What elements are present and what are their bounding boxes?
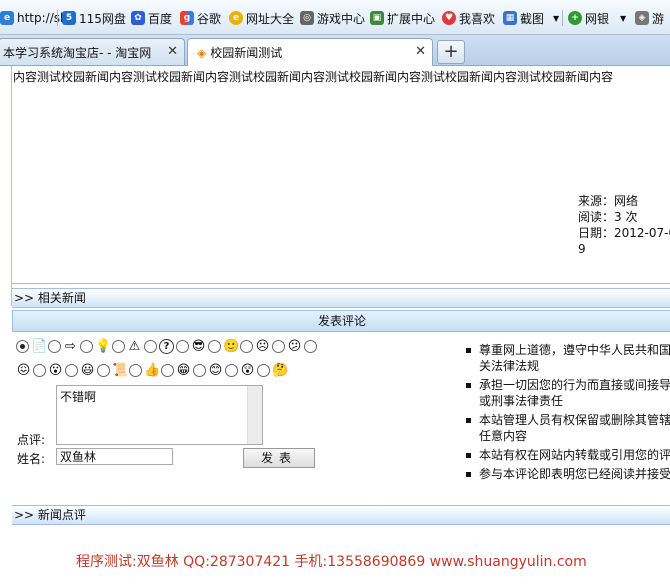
plus-icon: + — [443, 41, 459, 62]
happy-face-icon: 😃 — [80, 363, 95, 378]
rule-item: 参与本评论即表明您已经阅读并接受上述条款 — [464, 466, 670, 482]
bookmark-google[interactable]: g 谷歌 — [180, 9, 221, 27]
rule-item: 尊重网上道德，遵守中华人民共和国的各项有关法律法规 — [464, 342, 670, 374]
divider — [12, 283, 670, 284]
tab-bar: 本学习系统淘宝店- - 淘宝网 ✕ ◈ 校园新闻测试 ✕ + — [0, 35, 670, 66]
emoticon-radio[interactable] — [129, 364, 142, 377]
baidu-paw-icon: ✿ — [131, 11, 145, 25]
chevron-down-icon[interactable]: ▼ — [620, 14, 626, 23]
screenshot-icon: ▦ — [503, 11, 517, 25]
page-content: 内容测试校园新闻内容测试校园新闻内容测试校园新闻内容测试校园新闻内容测试校园新闻… — [0, 66, 670, 585]
bookmark-favorites[interactable]: ♥ 我喜欢 — [442, 9, 495, 27]
bookmarks-bar: e http://sh 5 115网盘 ✿ 百度 g 谷歌 e 网址大全 ◎ 游… — [0, 0, 670, 35]
google-icon: g — [180, 11, 194, 25]
emoticon-radio[interactable] — [48, 340, 61, 353]
source-value: 网络 — [614, 194, 639, 208]
grin-face-icon: 😁 — [176, 363, 191, 378]
date-value: 2012-07-05 — [614, 226, 670, 240]
wonder-face-icon: 🤔 — [272, 363, 289, 378]
frown-face-icon: 😖 — [16, 363, 31, 378]
bookmark-115[interactable]: 5 115网盘 — [62, 9, 126, 27]
emoticon-radio[interactable] — [208, 340, 221, 353]
comment-rules-list: 尊重网上道德，遵守中华人民共和国的各项有关法律法规 承担一切因您的行为而直接或间… — [464, 342, 670, 485]
bookmark-game[interactable]: ◈ 游 — [635, 9, 664, 27]
bookmark-game-center[interactable]: ◎ 游戏中心 — [300, 9, 365, 27]
close-icon[interactable]: ✕ — [415, 44, 426, 59]
compass-icon: e — [229, 11, 243, 25]
date-tail: 9 — [578, 242, 586, 256]
disk-icon: 5 — [62, 11, 76, 25]
emoticon-radio[interactable] — [257, 364, 270, 377]
tab-taobao[interactable]: 本学习系统淘宝店- - 淘宝网 ✕ — [0, 38, 185, 65]
rule-item: 承担一切因您的行为而直接或间接导致的民事或刑事法律责任 — [464, 377, 670, 409]
surprised-face-icon: 😮 — [48, 363, 63, 378]
arrow-right-icon: ⇨ — [65, 339, 76, 354]
emoticon-radio[interactable] — [240, 340, 253, 353]
emoticon-radio[interactable] — [193, 364, 206, 377]
emoticon-radio[interactable] — [304, 340, 317, 353]
related-news-header: >> 相关新闻 — [12, 288, 670, 308]
submit-button[interactable]: 发表 — [243, 448, 315, 468]
cool-face-icon: 😎 — [191, 339, 206, 354]
emoticon-radio[interactable] — [176, 340, 189, 353]
bank-icon: + — [568, 11, 582, 25]
puzzle-icon: ▣ — [370, 11, 384, 25]
comment-textarea[interactable]: 不错啊 — [56, 385, 263, 445]
confused-face-icon: 😕 — [287, 339, 302, 354]
game-icon: ◈ — [635, 11, 649, 25]
notepad-icon: 📄 — [31, 339, 48, 354]
globe-icon: e — [0, 11, 14, 25]
gamepad-icon: ◎ — [300, 11, 314, 25]
bookmark-extensions[interactable]: ▣ 扩展中心 — [370, 9, 435, 27]
emoticon-radio[interactable] — [80, 340, 93, 353]
shocked-face-icon: 😲 — [240, 363, 255, 378]
scroll-icon: 📜 — [112, 363, 129, 378]
bookmark-bank[interactable]: + 网银 ▼ — [568, 9, 626, 27]
footer-credits: 程序测试:双鱼林 QQ:287307421 手机:13558690869 www… — [76, 554, 587, 570]
emoticon-radio[interactable] — [161, 364, 174, 377]
bookmark-screenshot[interactable]: ▦ 截图 ▼ — [503, 9, 559, 27]
tab-campus-news[interactable]: ◈ 校园新闻测试 ✕ — [187, 38, 433, 66]
comment-label: 点评: — [17, 433, 46, 447]
separator — [57, 10, 58, 26]
emoticon-row: 😖 😮 😃 📜 👍 😁 😊 😲 🤔 — [16, 363, 289, 378]
sad-face-icon: ☹ — [255, 339, 270, 354]
divider — [11, 66, 12, 306]
chevron-down-icon[interactable]: ▼ — [553, 14, 559, 23]
rule-item: 本站管理人员有权保留或删除其管辖留言中的任意内容 — [464, 412, 670, 444]
news-comments-header: >> 新闻点评 — [12, 505, 670, 525]
separator — [562, 10, 563, 26]
smile-face-icon: 🙂 — [223, 339, 240, 354]
thumbs-up-icon: 👍 — [144, 363, 161, 378]
emoticon-radio[interactable] — [97, 364, 110, 377]
reads-value: 3 次 — [614, 210, 638, 224]
heart-icon: ♥ — [442, 11, 456, 25]
emoticon-radio[interactable] — [272, 340, 285, 353]
comment-form-title: 发表评论 — [12, 310, 670, 332]
emoticon-radio[interactable] — [16, 340, 29, 353]
scrollbar[interactable] — [247, 386, 262, 444]
warning-icon: ⚠ — [128, 339, 141, 354]
bookmark-baidu[interactable]: ✿ 百度 — [131, 9, 172, 27]
emoticon-radio[interactable] — [33, 364, 46, 377]
page-favicon-icon: ◈ — [197, 45, 207, 60]
emoticon-row: 📄 ⇨ 💡 ⚠ ? 😎 🙂 ☹ 😕 — [16, 339, 317, 354]
bookmark-url-directory[interactable]: e 网址大全 — [229, 9, 294, 27]
new-tab-button[interactable]: + — [437, 40, 465, 64]
rule-item: 本站有权在网站内转载或引用您的评论 — [464, 447, 670, 463]
emoticon-radio[interactable] — [225, 364, 238, 377]
close-icon[interactable]: ✕ — [167, 44, 178, 59]
emoticon-radio[interactable] — [65, 364, 78, 377]
emoticon-radio[interactable] — [144, 340, 157, 353]
article-body: 内容测试校园新闻内容测试校园新闻内容测试校园新闻内容测试校园新闻内容测试校园新闻… — [13, 70, 614, 84]
lightbulb-icon: 💡 — [95, 339, 112, 354]
question-icon: ? — [159, 339, 174, 354]
emoticon-radio[interactable] — [112, 340, 125, 353]
blush-face-icon: 😊 — [208, 363, 223, 378]
article-meta: 来源：网络 阅读：3 次 日期：2012-07-05 9 — [578, 193, 670, 257]
name-input[interactable]: 双鱼林 — [56, 448, 173, 465]
name-label: 姓名: — [17, 452, 46, 466]
